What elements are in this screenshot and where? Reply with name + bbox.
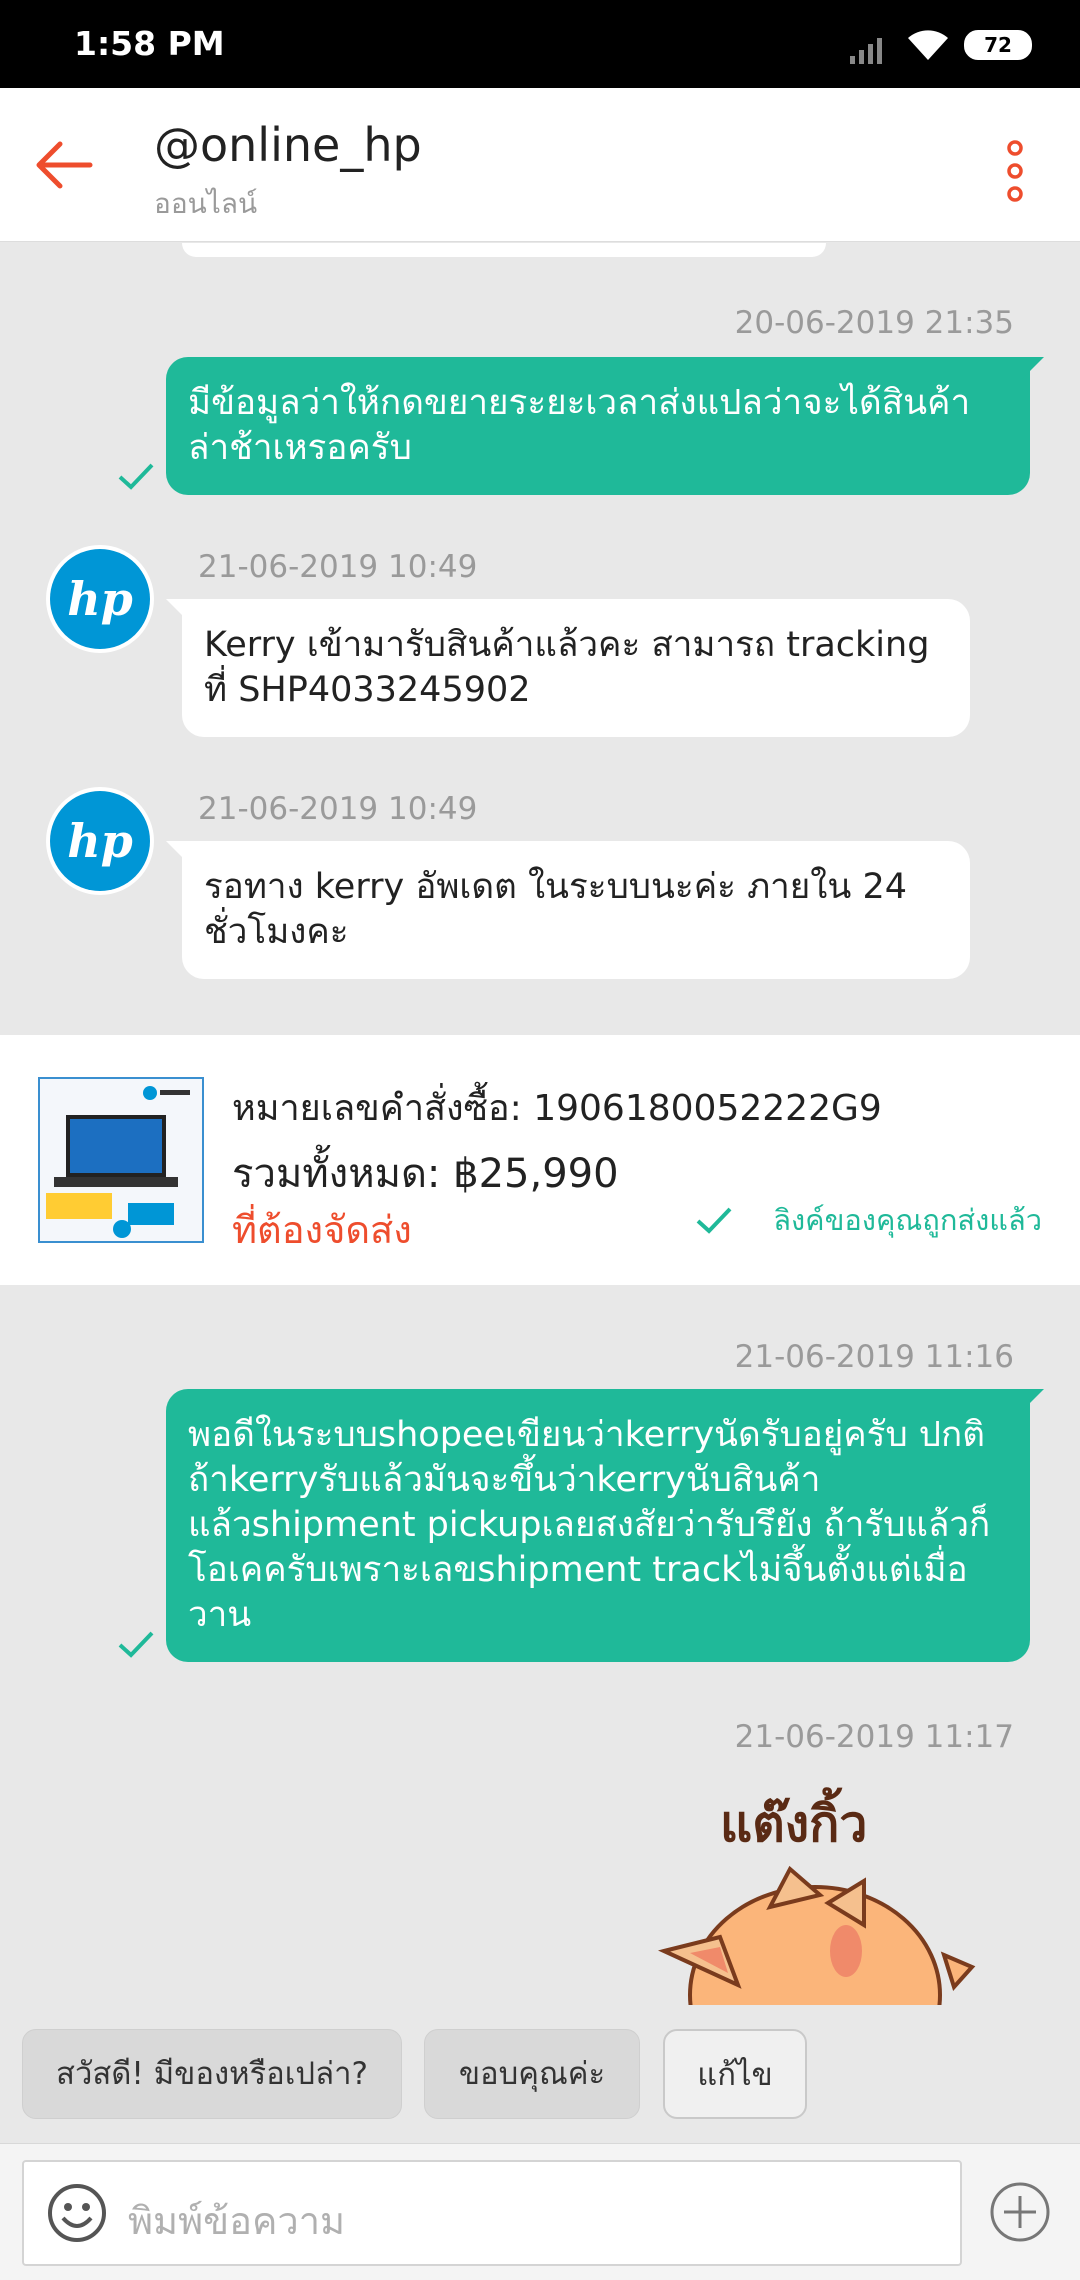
quick-reply-thanks[interactable]: ขอบคุณค่ะ (424, 2029, 640, 2119)
chat-header: @online_hp ออนไลน์ (0, 88, 1080, 242)
order-total-value: ฿25,990 (453, 1151, 619, 1197)
message-list[interactable]: 20-06-2019 21:35 มีข้อมูลว่าให้กดขยายระย… (0, 243, 1080, 2005)
quick-replies-bar: สวัสดี! มีของหรือเปล่า? ขอบคุณค่ะ แก้ไข (0, 2005, 1080, 2143)
message-input[interactable]: พิมพ์ข้อความ (22, 2160, 962, 2266)
more-vertical-icon[interactable] (998, 136, 1032, 206)
product-thumbnail[interactable] (38, 1077, 204, 1243)
message-composer: พิมพ์ข้อความ (0, 2143, 1080, 2280)
sticker-message[interactable]: แต๊งกิ้ว (650, 1785, 980, 2005)
battery-icon: 72 (964, 30, 1032, 60)
message-timestamp: 21-06-2019 10:49 (198, 791, 478, 827)
order-total-label: รวมทั้งหมด: (232, 1151, 454, 1197)
previous-message-bubble (182, 243, 826, 257)
outgoing-message[interactable]: พอดีในระบบshopeeเขียนว่าkerryนัดรับอยู่ค… (166, 1389, 1044, 1662)
avatar[interactable]: hp (46, 545, 154, 653)
check-icon (118, 1631, 154, 1658)
check-icon (696, 1207, 732, 1234)
chat-title[interactable]: @online_hp (154, 118, 422, 172)
outgoing-message[interactable]: มีข้อมูลว่าให้กดขยายระยะเวลาส่งแปลว่าจะไ… (166, 357, 1044, 495)
quick-reply-greeting[interactable]: สวัสดี! มีของหรือเปล่า? (22, 2029, 402, 2119)
incoming-message[interactable]: รอทาง kerry อัพเดต ในระบบนะค่ะ ภายใน 24 … (166, 841, 970, 979)
online-status: ออนไลน์ (154, 187, 258, 220)
message-timestamp: 21-06-2019 11:17 (734, 1719, 1014, 1755)
message-timestamp: 20-06-2019 21:35 (734, 305, 1014, 341)
svg-text:hp: hp (67, 572, 133, 626)
laptop-image (40, 1079, 202, 1241)
order-total: รวมทั้งหมด: ฿25,990 (232, 1141, 619, 1205)
signal-icon (850, 38, 882, 64)
incoming-message[interactable]: Kerry เข้ามารับสินค้าแล้วคะ สามารถ track… (166, 599, 970, 737)
link-sent-status: ลิงค์ของคุณถูกส่งแล้ว (773, 1203, 1042, 1237)
hp-logo-icon: hp (50, 549, 150, 649)
status-bar: 1:58 PM 72 (0, 0, 1080, 88)
plus-circle-icon[interactable] (988, 2180, 1052, 2244)
status-time: 1:58 PM (74, 24, 225, 63)
quick-reply-edit[interactable]: แก้ไข (663, 2029, 807, 2119)
svg-text:hp: hp (67, 814, 133, 868)
order-number: หมายเลขคำสั่งซื้อ: 1906180052222G9 (232, 1088, 882, 1129)
battery-level: 72 (984, 33, 1012, 57)
avatar[interactable]: hp (46, 787, 154, 895)
wifi-icon (908, 30, 948, 60)
hp-logo-icon: hp (50, 791, 150, 891)
message-placeholder: พิมพ์ข้อความ (128, 2199, 346, 2243)
smiley-icon[interactable] (46, 2182, 108, 2244)
message-timestamp: 21-06-2019 10:49 (198, 549, 478, 585)
order-card[interactable]: หมายเลขคำสั่งซื้อ: 1906180052222G9 รวมทั… (0, 1035, 1080, 1285)
order-status: ที่ต้องจัดส่ง (232, 1208, 412, 1252)
arrow-left-icon[interactable] (30, 130, 100, 200)
check-icon (118, 463, 154, 490)
pig-sticker-icon (657, 1865, 976, 2005)
message-timestamp: 21-06-2019 11:16 (734, 1339, 1014, 1375)
sticker-caption: แต๊งกิ้ว (720, 1795, 868, 1853)
